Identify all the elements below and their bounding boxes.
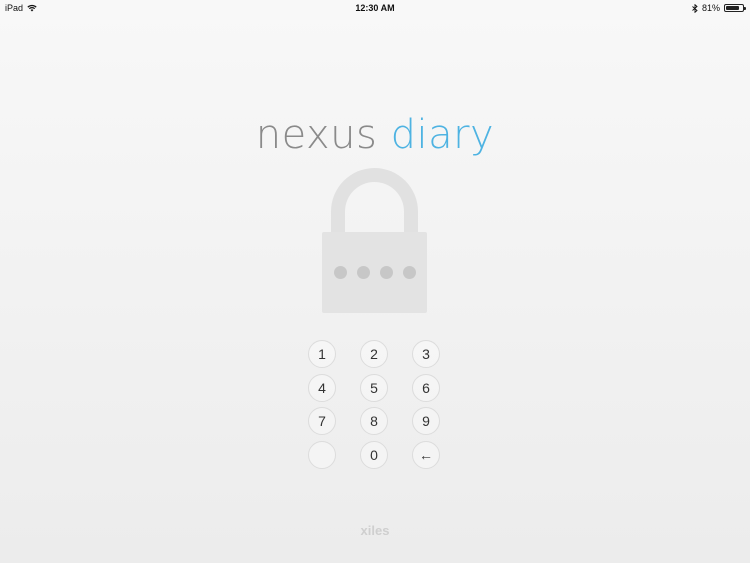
keypad-key-label: 1 — [318, 346, 326, 362]
battery-icon — [724, 4, 746, 12]
keypad-key-label: 9 — [422, 413, 430, 429]
keypad-key-label: 2 — [370, 346, 378, 362]
pin-dot — [356, 266, 370, 279]
status-time: 12:30 AM — [355, 3, 395, 13]
keypad: 1 2 3 4 5 6 7 8 9 0 ← — [308, 340, 442, 470]
keypad-key-0[interactable]: 0 — [360, 441, 388, 469]
keypad-key-6[interactable]: 6 — [412, 374, 440, 402]
keypad-key-4[interactable]: 4 — [308, 374, 336, 402]
app-title-word-1: nexus — [255, 112, 378, 158]
keypad-key-9[interactable]: 9 — [412, 407, 440, 435]
keypad-key-label: 8 — [370, 413, 378, 429]
keypad-key-8[interactable]: 8 — [360, 407, 388, 435]
keypad-key-label: 7 — [318, 413, 326, 429]
footer-brand: xiles — [360, 523, 390, 538]
keypad-key-2[interactable]: 2 — [360, 340, 388, 368]
keypad-key-1[interactable]: 1 — [308, 340, 336, 368]
keypad-key-blank — [308, 441, 336, 469]
keypad-key-7[interactable]: 7 — [308, 407, 336, 435]
app-title-word-2: diary — [390, 112, 495, 158]
keypad-key-label: 6 — [422, 380, 430, 396]
status-right: 81% — [692, 3, 746, 13]
app-title: nexus diary — [0, 112, 750, 158]
battery-fill — [726, 6, 739, 10]
keypad-key-5[interactable]: 5 — [360, 374, 388, 402]
pin-dot — [379, 266, 393, 279]
backspace-icon: ← — [419, 447, 433, 463]
keypad-key-3[interactable]: 3 — [412, 340, 440, 368]
lock-body — [322, 232, 427, 313]
keypad-key-label: 3 — [422, 346, 430, 362]
pin-dot — [333, 266, 347, 279]
pin-dot — [402, 266, 416, 279]
pin-dots — [322, 266, 427, 279]
keypad-key-label: 5 — [370, 380, 378, 396]
keypad-key-label: 4 — [318, 380, 326, 396]
lock-icon — [322, 168, 427, 313]
status-bar: iPad 12:30 AM 81% — [0, 0, 750, 16]
battery-percent: 81% — [701, 3, 720, 13]
keypad-key-label: 0 — [370, 447, 378, 463]
keypad-backspace-button[interactable]: ← — [412, 441, 440, 469]
bluetooth-icon — [692, 3, 698, 13]
